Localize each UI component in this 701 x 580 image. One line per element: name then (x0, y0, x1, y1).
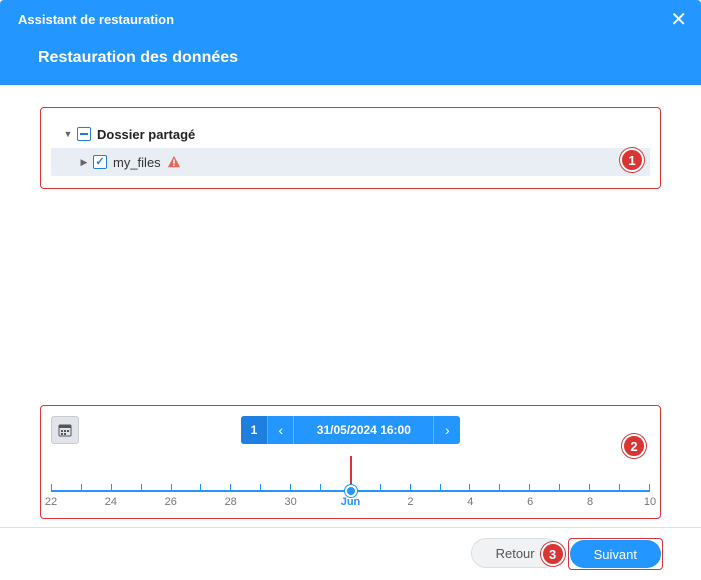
annotation-callout-1: 1 (620, 148, 644, 172)
time-control: 1 ‹ 31/05/2024 16:00 › (241, 416, 461, 444)
checkbox-checked[interactable] (93, 155, 107, 169)
calendar-icon (58, 423, 72, 437)
timeline-tick-label: Jun (341, 496, 361, 508)
dialog-title: Assistant de restauration (18, 12, 683, 27)
timeline-panel: 2 1 ‹ 31/05/2024 16:00 (40, 405, 661, 519)
next-button-highlight: 3 Suivant (568, 538, 663, 570)
timeline-tick-label: 10 (644, 496, 656, 508)
timeline-tick-label: 22 (45, 496, 57, 508)
chevron-right-icon[interactable]: ▶ (77, 157, 91, 168)
tree-row-child[interactable]: ▶ my_files (51, 148, 650, 176)
selected-datetime: 31/05/2024 16:00 (294, 416, 434, 444)
timeline-tick-label: 4 (467, 496, 473, 508)
timeline-tick-label: 2 (407, 496, 413, 508)
warning-icon (167, 155, 181, 169)
close-button[interactable]: ✕ (670, 10, 687, 30)
timeline-header: 1 ‹ 31/05/2024 16:00 › (51, 416, 650, 444)
close-icon: ✕ (670, 9, 687, 31)
restore-wizard-dialog: Assistant de restauration Restauration d… (0, 0, 701, 580)
chevron-down-icon[interactable]: ▼ (61, 129, 75, 139)
dialog-header: Assistant de restauration Restauration d… (0, 0, 701, 85)
prev-version-button[interactable]: ‹ (268, 416, 294, 444)
next-version-button[interactable]: › (434, 416, 460, 444)
tree-label: Dossier partagé (97, 127, 195, 142)
timeline-tick-label: 26 (165, 496, 177, 508)
timeline-tick-label: 8 (587, 496, 593, 508)
timeline-tick-label: 6 (527, 496, 533, 508)
version-count[interactable]: 1 (241, 416, 269, 444)
timeline-labels: 2224262830Jun246810 (51, 496, 650, 512)
timeline-tick-label: 30 (284, 496, 296, 508)
timeline-tick-label: 28 (225, 496, 237, 508)
source-tree-panel: 1 ▼ Dossier partagé ▶ my_files (40, 107, 661, 189)
timeline-area[interactable]: 2224262830Jun246810 (51, 456, 650, 512)
next-button[interactable]: Suivant (570, 540, 661, 568)
dialog-body: 1 ▼ Dossier partagé ▶ my_files 2 (0, 85, 701, 527)
spacer (40, 199, 661, 395)
timeline-tick-label: 24 (105, 496, 117, 508)
dialog-footer: Retour 3 Suivant (0, 527, 701, 580)
checkbox-partial[interactable] (77, 127, 91, 141)
chevron-left-icon: ‹ (279, 422, 284, 438)
tree-row-root[interactable]: ▼ Dossier partagé (51, 120, 650, 148)
calendar-button[interactable] (51, 416, 79, 444)
dialog-subtitle: Restauration des données (38, 49, 683, 67)
chevron-right-icon: › (445, 422, 450, 438)
tree-label: my_files (113, 155, 161, 170)
annotation-callout-3: 3 (541, 542, 565, 566)
